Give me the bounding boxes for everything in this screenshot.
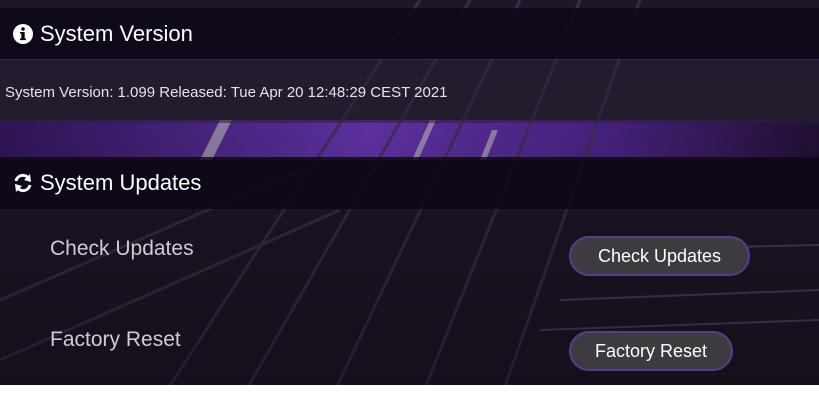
refresh-icon xyxy=(12,172,34,194)
system-version-text: System Version: 1.099 Released: Tue Apr … xyxy=(5,83,448,101)
system-version-header: System Version xyxy=(0,8,819,60)
system-version-title: System Version xyxy=(40,20,193,46)
settings-page: System Version System Version: 1.099 Rel… xyxy=(0,0,819,401)
check-updates-button[interactable]: Check Updates xyxy=(569,236,750,276)
page-bottom-edge xyxy=(0,385,819,401)
system-updates-title: System Updates xyxy=(40,170,202,195)
factory-reset-label: Factory Reset xyxy=(50,328,181,351)
info-circle-icon xyxy=(12,23,34,45)
system-version-info: System Version: 1.099 Released: Tue Apr … xyxy=(0,61,819,123)
system-updates-header: System Updates xyxy=(0,157,819,209)
check-updates-label: Check Updates xyxy=(50,237,194,260)
factory-reset-button[interactable]: Factory Reset xyxy=(569,331,733,371)
